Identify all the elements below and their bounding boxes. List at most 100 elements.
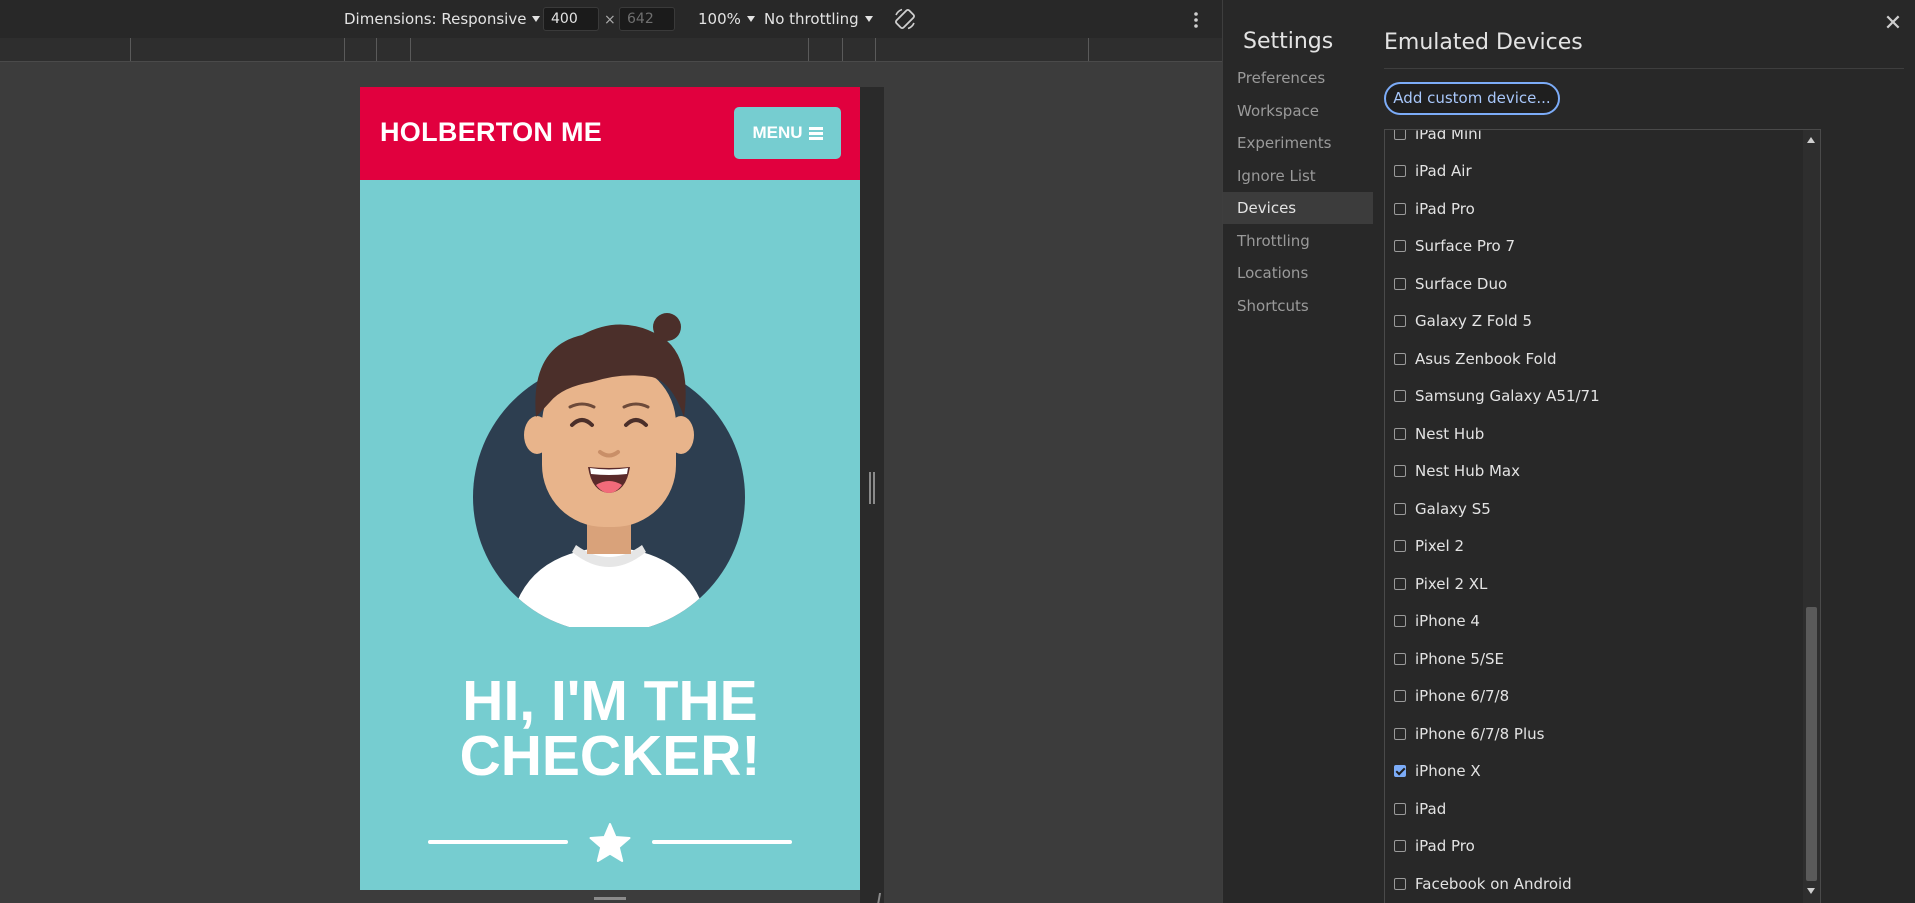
hero-divider <box>428 822 792 862</box>
device-list: iPad Mini iPad Air iPad Pro Surface Pro 7 Su… <box>1384 129 1821 903</box>
device-checkbox[interactable] <box>1394 390 1406 402</box>
device-row[interactable]: Nest Hub <box>1385 415 1803 452</box>
scroll-down-arrow-icon[interactable] <box>1807 888 1815 894</box>
device-row[interactable]: iPad Pro <box>1385 828 1803 865</box>
device-label: Galaxy Z Fold 5 <box>1415 312 1533 330</box>
hero-title: HI, I'M THE CHECKER! <box>360 669 860 788</box>
device-row[interactable]: Surface Duo <box>1385 265 1803 302</box>
height-input[interactable]: 642 <box>619 7 675 31</box>
chevron-down-icon <box>746 16 755 22</box>
device-checkbox[interactable] <box>1394 165 1406 177</box>
device-label: iPhone 5/SE <box>1415 649 1504 668</box>
device-row[interactable]: Galaxy S5 <box>1385 490 1803 527</box>
times-sign: × <box>604 12 616 28</box>
site-logo[interactable]: HOLBERTON ME <box>380 117 602 148</box>
more-vert-icon[interactable] <box>1192 10 1200 30</box>
resize-handle-right[interactable] <box>869 472 875 504</box>
device-viewport: HOLBERTON ME MENU HI, I'M THE CHECKER! <box>360 87 860 890</box>
hero-line-2: CHECKER! <box>459 724 761 788</box>
nav-preferences[interactable]: Preferences <box>1223 62 1373 94</box>
device-checkbox[interactable] <box>1394 577 1406 590</box>
nav-workspace[interactable]: Workspace <box>1223 95 1373 127</box>
throttling-dropdown[interactable]: No throttling <box>764 10 873 28</box>
device-checkbox[interactable] <box>1394 465 1406 477</box>
device-row[interactable]: iPad Mini <box>1385 129 1803 152</box>
device-checkbox[interactable] <box>1394 615 1406 627</box>
menu-button[interactable]: MENU <box>734 107 841 159</box>
device-checkbox[interactable] <box>1394 690 1406 702</box>
device-checkbox[interactable] <box>1394 315 1406 327</box>
device-label: iPad Air <box>1415 162 1472 180</box>
divider <box>1384 68 1904 69</box>
device-row[interactable]: Pixel 2 <box>1385 528 1803 565</box>
device-row[interactable]: iPad <box>1385 790 1803 827</box>
nav-locations[interactable]: Locations <box>1223 257 1373 289</box>
hero-line-1: HI, I'M THE <box>462 669 758 733</box>
device-label: Surface Duo <box>1415 274 1508 293</box>
resize-handle-bottom[interactable] <box>594 897 626 900</box>
device-checkbox[interactable] <box>1394 802 1406 815</box>
nav-ignore-list[interactable]: Ignore List <box>1223 160 1373 192</box>
device-label: iPhone 4 <box>1415 612 1480 630</box>
nav-throttling[interactable]: Throttling <box>1223 225 1373 257</box>
close-icon[interactable]: ✕ <box>1883 13 1903 35</box>
device-row[interactable]: Asus Zenbook Fold <box>1385 340 1803 377</box>
scroll-up-arrow-icon[interactable] <box>1807 137 1815 143</box>
device-row[interactable]: iPad Air <box>1385 153 1803 190</box>
settings-title: Settings <box>1243 29 1334 54</box>
device-checkbox[interactable] <box>1394 840 1406 852</box>
rotate-icon[interactable] <box>893 7 917 31</box>
device-label: iPad Mini <box>1415 129 1482 143</box>
device-checkbox[interactable] <box>1394 202 1406 215</box>
nav-devices[interactable]: Devices <box>1223 192 1373 224</box>
device-label: Facebook on Android <box>1415 874 1572 893</box>
device-row[interactable]: Facebook on Android <box>1385 865 1803 902</box>
device-label: iPad <box>1415 799 1447 818</box>
device-checkbox[interactable] <box>1394 877 1406 890</box>
zoom-label: 100% <box>698 10 741 28</box>
device-label: Surface Pro 7 <box>1415 237 1516 255</box>
hamburger-icon <box>808 127 823 140</box>
device-row[interactable]: Pixel 2 XL <box>1385 565 1803 602</box>
device-row[interactable]: iPhone 5/SE <box>1385 640 1803 677</box>
device-row[interactable]: Nest Hub Max <box>1385 453 1803 490</box>
star-icon <box>588 822 632 864</box>
device-checkbox[interactable] <box>1394 540 1406 552</box>
dimensions-dropdown[interactable]: Dimensions: Responsive <box>344 10 541 28</box>
chevron-down-icon <box>532 16 541 22</box>
resize-handle-corner[interactable] <box>866 893 882 903</box>
site-header: HOLBERTON ME MENU <box>360 87 860 180</box>
device-row[interactable]: iPhone 6/7/8 <box>1385 678 1803 715</box>
divider-line-right <box>652 840 792 844</box>
scrollbar[interactable] <box>1803 130 1820 903</box>
add-custom-device-button[interactable]: Add custom device... <box>1384 82 1560 115</box>
device-row[interactable]: Surface Pro 7 <box>1385 228 1803 265</box>
chevron-down-icon <box>864 16 873 22</box>
device-checkbox[interactable] <box>1394 352 1406 365</box>
scroll-thumb[interactable] <box>1806 607 1817 881</box>
device-checkbox[interactable] <box>1394 277 1406 290</box>
device-label: Nest Hub Max <box>1415 462 1520 480</box>
device-row[interactable]: iPhone X <box>1385 753 1803 790</box>
device-row[interactable]: Galaxy Z Fold 5 <box>1385 303 1803 340</box>
device-checkbox[interactable] <box>1394 502 1406 515</box>
device-row[interactable]: iPhone 4 <box>1385 603 1803 640</box>
device-label: iPad Pro <box>1415 199 1475 218</box>
nav-shortcuts[interactable]: Shortcuts <box>1223 290 1373 322</box>
width-input[interactable]: 400 <box>543 7 599 31</box>
device-row[interactable]: Samsung Galaxy A51/71 <box>1385 378 1803 415</box>
device-label: iPhone 6/7/8 <box>1415 687 1510 705</box>
device-checkbox[interactable] <box>1394 765 1406 777</box>
device-row[interactable]: iPad Pro <box>1385 190 1803 227</box>
zoom-dropdown[interactable]: 100% <box>698 10 755 28</box>
divider-line-left <box>428 840 568 844</box>
device-row[interactable]: iPhone 6/7/8 Plus <box>1385 715 1803 752</box>
device-checkbox[interactable] <box>1394 130 1406 140</box>
nav-experiments[interactable]: Experiments <box>1223 127 1373 159</box>
device-checkbox[interactable] <box>1394 240 1406 252</box>
media-query-ruler <box>0 38 1222 62</box>
device-checkbox[interactable] <box>1394 727 1406 740</box>
device-emulation-area: Dimensions: Responsive 400 × 642 100% No… <box>0 0 1222 903</box>
device-checkbox[interactable] <box>1394 652 1406 665</box>
device-checkbox[interactable] <box>1394 427 1406 440</box>
